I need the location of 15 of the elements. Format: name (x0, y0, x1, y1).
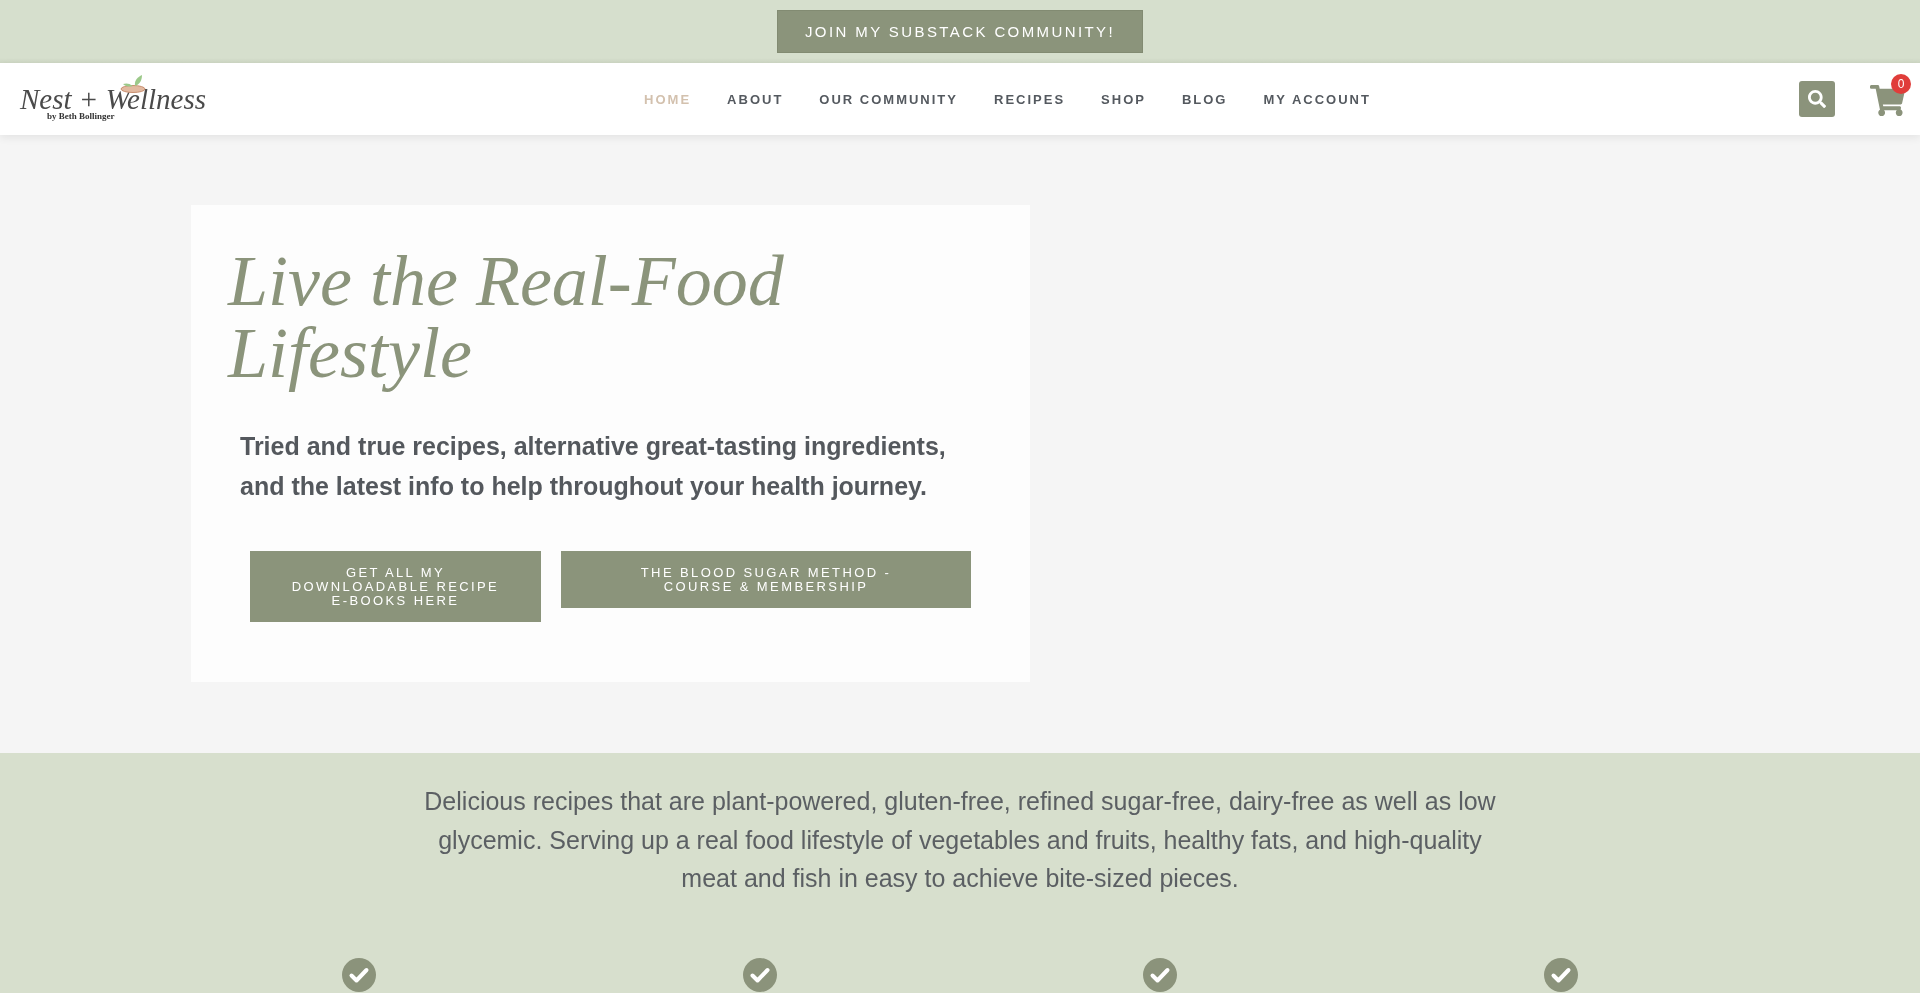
nav-link[interactable]: MY ACCOUNT (1263, 91, 1371, 107)
check-circle-icon (1543, 957, 1578, 992)
hero-subtitle: Tried and true recipes, alternative great-tasting ingredients, and the latest info to help throughout your health journey. (240, 431, 947, 502)
search-icon (1808, 90, 1826, 108)
cart-count-badge: 0 (1891, 74, 1911, 94)
check-circle-icon (1143, 957, 1178, 992)
nav-link[interactable]: BLOG (1181, 91, 1228, 107)
check-circle-icon (742, 957, 777, 992)
check-circle-icon (342, 957, 377, 992)
nav-link[interactable]: SHOP (1101, 91, 1146, 107)
intro-text: Delicious recipes that are plant-powered, gluten-free, refined sugar-free, dairy-free as well as low glycemic. Serving up a real food lifestyle of vegetables and fruits, healthy fats, and high-quality meat and fish in easy to achieve bite-sized pieces. (423, 786, 1497, 894)
nav-link[interactable]: RECIPES (994, 91, 1066, 107)
search-button[interactable] (1799, 81, 1835, 117)
nav-link[interactable]: ABOUT (727, 91, 784, 107)
nav-link[interactable]: OUR COMMUNITY (819, 91, 958, 107)
